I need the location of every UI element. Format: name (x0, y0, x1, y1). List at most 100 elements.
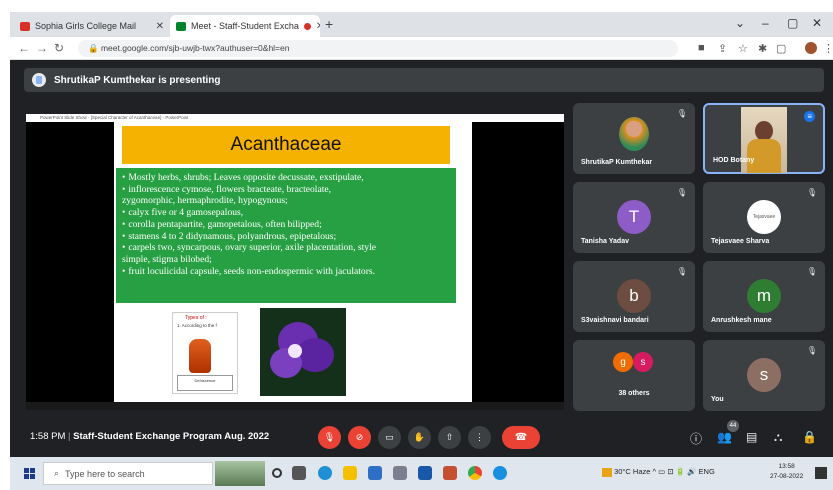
end-call-button[interactable]: ☎ (502, 426, 540, 449)
participant-tile[interactable]: b 🎙 S3vaishnavi bandari (573, 261, 695, 332)
meeting-title: Staff-Student Exchange Program Aug. 2022 (73, 431, 270, 442)
image-card-subtitle: 1. According to the f (177, 323, 217, 328)
image-card-title: Types of : (185, 315, 207, 321)
tab-search-icon[interactable]: ⌄ (735, 16, 745, 30)
flower-photo (260, 308, 346, 396)
reload-icon[interactable]: ↻ (54, 41, 64, 55)
presenting-banner: ShrutikaP Kumthekar is presenting (24, 68, 824, 92)
raise-hand-button[interactable]: ✋ (408, 426, 431, 449)
presenting-icon (32, 73, 46, 87)
mic-muted-icon: 🎙 (676, 267, 687, 276)
file-explorer-icon[interactable] (343, 466, 357, 480)
participant-name: Tanisha Yadav (581, 238, 629, 245)
presenting-text: ShrutikaP Kumthekar is presenting (54, 74, 221, 86)
participant-tile-self[interactable]: s 🎙 You (703, 340, 825, 411)
clock-time: 13:58 (778, 463, 795, 470)
participant-tile-others[interactable]: g s 38 others (573, 340, 695, 411)
tab-label: Sophia Girls College Mail (35, 21, 137, 31)
participant-avatar: s (747, 358, 781, 392)
participant-logo: Tejasvaee (747, 200, 781, 234)
tab-gmail[interactable]: Sophia Girls College Mail ✕ (14, 15, 170, 37)
chat-icon[interactable]: ▤ (746, 430, 757, 444)
forward-icon[interactable]: → (36, 41, 48, 55)
word-icon[interactable] (418, 466, 432, 480)
mail-icon[interactable] (368, 466, 382, 480)
notifications-icon[interactable] (815, 467, 827, 479)
participant-avatar: s (633, 352, 653, 372)
camera-off-button[interactable]: ⊘ (348, 426, 371, 449)
url-text: meet.google.com/sjb-uwjb-twx?authuser=0&… (100, 43, 290, 53)
sidebar-icon[interactable]: ▢ (776, 42, 786, 55)
camera-icon[interactable]: ■ (698, 42, 705, 54)
presentation-view: PowerPoint Slide Show - [Special Charact… (26, 114, 564, 410)
task-view-icon[interactable] (292, 466, 306, 480)
recording-indicator-icon (303, 22, 311, 30)
powerpoint-icon[interactable] (443, 466, 457, 480)
windows-taskbar: ⌕ Type here to search 30°C Haze ^ ▭ ⊡ 🔋 … (10, 457, 833, 490)
minimize-button[interactable]: – (762, 16, 769, 30)
people-icon[interactable]: 👥 (717, 430, 732, 444)
participant-tile[interactable]: m 🎙 Anrushkesh mane (703, 261, 825, 332)
present-button[interactable]: ⇧ (438, 426, 461, 449)
mic-muted-icon: 🎙 (806, 267, 817, 276)
new-tab-button[interactable]: + (325, 16, 333, 32)
share-icon[interactable]: ⇪ (718, 42, 727, 55)
speaking-indicator-icon: ≡ (804, 111, 815, 122)
mic-muted-icon: 🎙 (676, 109, 687, 118)
slideshow-footer (26, 402, 564, 410)
bullet-line: Mostly herbs, shrubs; Leaves opposite de… (122, 172, 450, 184)
capsule-fruit-image (189, 339, 211, 373)
participant-name: You (711, 396, 724, 403)
participant-name: Anrushkesh mane (711, 317, 772, 324)
profile-avatar[interactable] (805, 42, 817, 54)
address-bar-row: ← → ↻ 🔒 meet.google.com/sjb-uwjb-twx?aut… (10, 37, 833, 60)
mic-muted-icon: 🎙 (806, 346, 817, 355)
more-options-button[interactable]: ⋮ (468, 426, 491, 449)
bullet-line: zygomorphic, hermaphrodite, hypogynous; (122, 195, 288, 207)
taskbar-clock[interactable]: 13:58 27-08-2022 (770, 462, 803, 482)
extensions-icon[interactable]: ✱ (758, 42, 767, 55)
meet-window: ShrutikaP Kumthekar is presenting PowerP… (10, 60, 833, 457)
news-widget-thumbnail[interactable] (215, 461, 265, 486)
participant-photo (619, 117, 649, 151)
participant-name: HOD Botany (713, 157, 755, 164)
windows-start-icon[interactable] (24, 468, 35, 479)
menu-icon[interactable]: ⋮ (823, 42, 833, 55)
maximize-button[interactable]: ▢ (787, 16, 798, 30)
gmail-icon (20, 21, 30, 31)
others-count: 38 others (618, 390, 650, 397)
bullet-line: simple, stigma bilobed; (122, 253, 212, 265)
bookmark-star-icon[interactable]: ☆ (738, 42, 748, 55)
lock-icon: 🔒 (88, 43, 101, 53)
captions-button[interactable]: ▭ (378, 426, 401, 449)
participant-tile[interactable]: Tejasvaee 🎙 Tejasvaee Sharva (703, 182, 825, 253)
participant-tile[interactable]: ≡ HOD Botany (703, 103, 825, 174)
back-icon[interactable]: ← (18, 41, 30, 55)
cortana-icon[interactable] (272, 468, 282, 478)
mic-off-button[interactable]: 🎙 (318, 426, 341, 449)
participant-tile[interactable]: T 🎙 Tanisha Yadav (573, 182, 695, 253)
url-field[interactable]: 🔒 meet.google.com/sjb-uwjb-twx?authuser=… (78, 40, 678, 57)
bullet-line: calyx five or 4 gamosepalous, (122, 207, 450, 219)
tray-icons[interactable]: ^ ▭ ⊡ 🔋 🔊 (653, 467, 699, 476)
close-window-button[interactable]: ✕ (812, 16, 822, 30)
host-controls-icon[interactable]: 🔒 (802, 430, 817, 444)
close-tab-icon[interactable]: ✕ (316, 21, 320, 32)
weather-icon (602, 467, 612, 477)
edge-icon[interactable] (318, 466, 332, 480)
taskbar-search-input[interactable]: ⌕ Type here to search (43, 462, 213, 485)
tab-meet[interactable]: Meet - Staff-Student Excha ✕ (170, 15, 320, 37)
clock: 1:58 PM (30, 431, 66, 442)
participant-tile[interactable]: 🎙 ShrutikaP Kumthekar (573, 103, 695, 174)
weather-text[interactable]: 30°C Haze (614, 467, 650, 476)
activities-icon[interactable]: ⛬ (774, 430, 782, 445)
system-tray: 30°C Haze ^ ▭ ⊡ 🔋 🔊 ENG (602, 467, 715, 477)
photos-icon[interactable] (393, 466, 407, 480)
chrome-icon[interactable] (468, 466, 482, 480)
edge-beta-icon[interactable] (493, 466, 507, 480)
close-tab-icon[interactable]: ✕ (156, 21, 164, 32)
language-indicator[interactable]: ENG (699, 467, 715, 476)
meeting-details-icon[interactable]: ⓘ (690, 430, 702, 447)
bullet-line: stamens 4 to 2 didynamous, polyandrous, … (122, 231, 450, 243)
search-placeholder: Type here to search (65, 468, 145, 479)
